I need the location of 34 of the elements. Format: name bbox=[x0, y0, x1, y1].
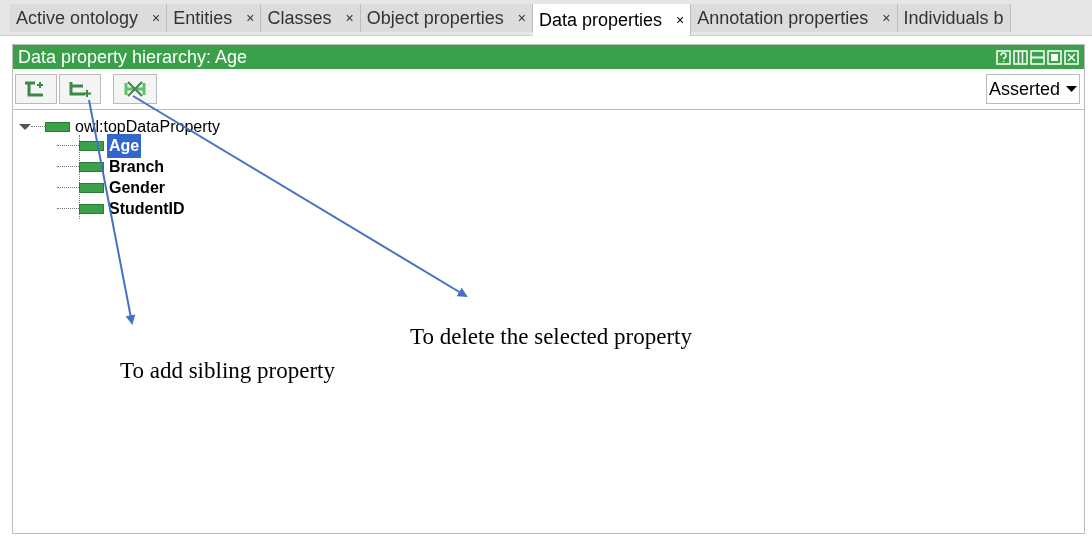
property-icon bbox=[45, 121, 70, 132]
split-icon[interactable] bbox=[1013, 49, 1028, 65]
view-dropdown[interactable]: Asserted bbox=[985, 74, 1080, 104]
close-tab-button[interactable]: × bbox=[517, 7, 526, 29]
property-icon bbox=[79, 203, 104, 214]
close-tab-button[interactable]: × bbox=[246, 7, 255, 29]
close-tab-button[interactable]: × bbox=[676, 9, 685, 31]
close-tab-button[interactable]: × bbox=[882, 7, 891, 29]
caret-icon bbox=[1066, 86, 1077, 92]
close-tab-button[interactable]: × bbox=[152, 7, 161, 29]
delete-button[interactable] bbox=[113, 74, 157, 104]
property-icon bbox=[79, 182, 104, 193]
annotation-text: To delete the selected property bbox=[410, 323, 692, 351]
delete-icon bbox=[123, 79, 147, 99]
tab[interactable]: Classes × bbox=[261, 4, 361, 32]
help-icon[interactable] bbox=[996, 49, 1011, 65]
close-tab-button[interactable]: × bbox=[345, 7, 354, 29]
property-icon bbox=[79, 140, 104, 151]
tree-item[interactable]: Age bbox=[107, 133, 142, 158]
tab[interactable]: Object properties × bbox=[360, 4, 533, 32]
tab[interactable]: Annotation properties × bbox=[691, 4, 898, 32]
split-horizontal-icon[interactable] bbox=[1030, 49, 1045, 65]
add-sibling-icon bbox=[68, 80, 92, 98]
close-icon[interactable] bbox=[1064, 49, 1079, 65]
maximize-icon[interactable] bbox=[1047, 49, 1062, 65]
panel-title: Data property hierarchy: Age bbox=[18, 45, 248, 69]
tab[interactable]: Individuals b bbox=[897, 4, 1011, 32]
tab[interactable]: Entities × bbox=[167, 4, 262, 32]
add-subproperty-button[interactable] bbox=[15, 74, 57, 104]
add-sibling-button[interactable] bbox=[59, 74, 101, 104]
tab[interactable]: Active ontology × bbox=[10, 4, 168, 32]
annotation-text: To add sibling property bbox=[120, 357, 335, 385]
property-icon bbox=[79, 161, 104, 172]
tab[interactable]: Data properties × bbox=[532, 4, 692, 36]
